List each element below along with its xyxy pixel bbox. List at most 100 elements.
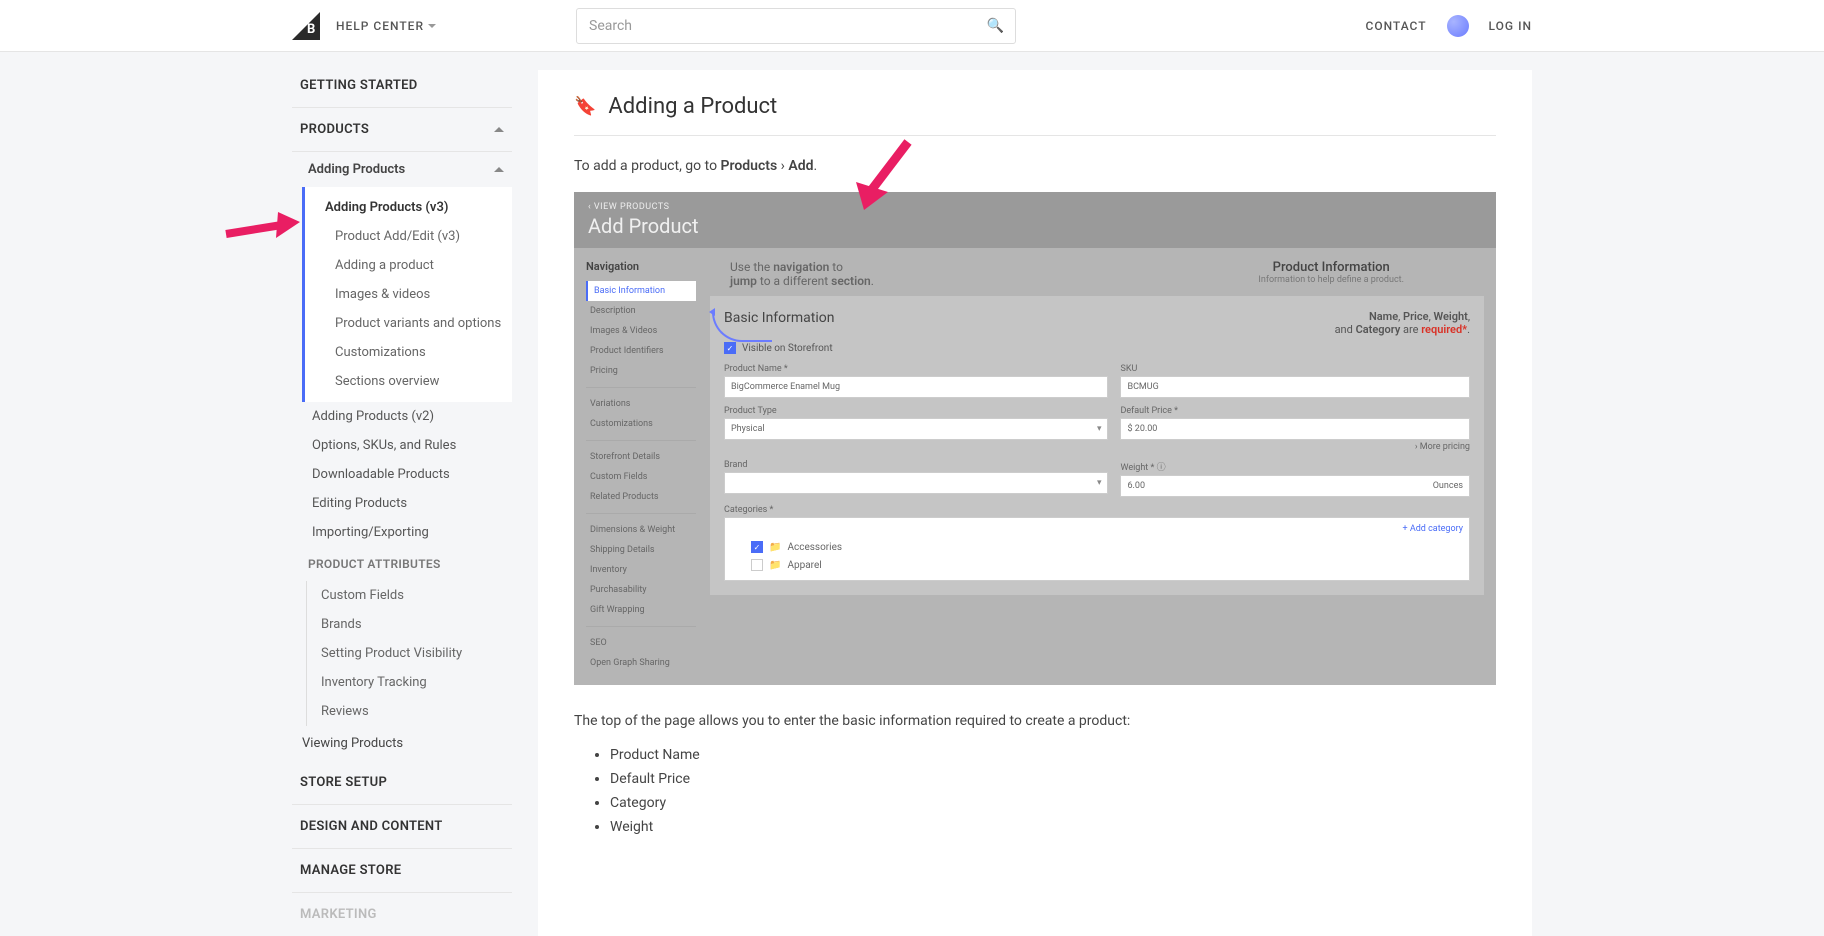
ss-visible-checkbox: ✓ Visible on Storefront: [724, 342, 1470, 354]
field-value: [724, 472, 1108, 494]
hint-bold: navigation: [773, 260, 829, 274]
field-value: $ 20.00: [1120, 418, 1470, 440]
ss-nav-item: Variations: [586, 394, 696, 414]
sidebar-item-product-add-edit[interactable]: Product Add/Edit (v3): [305, 222, 512, 251]
sidebar-active-group: Adding Products (v3) Product Add/Edit (v…: [302, 187, 512, 402]
sidebar-item-adding-a-product[interactable]: Adding a product: [305, 251, 512, 280]
sidebar-item-customizations[interactable]: Customizations: [305, 338, 512, 367]
intro-bold: Add: [788, 158, 813, 174]
ss-back-link: ‹ VIEW PRODUCTS: [588, 202, 1482, 212]
sidebar-attr-group: Custom Fields Brands Setting Product Vis…: [306, 581, 512, 726]
sidebar-item-reviews[interactable]: Reviews: [307, 697, 512, 726]
annotation-arrow-icon: [218, 204, 308, 264]
req-required: required*: [1421, 323, 1467, 336]
ss-required-note: Name, Price, Weight, and Category are re…: [1335, 310, 1470, 336]
cat-label: Apparel: [787, 560, 821, 571]
ss-nav-item: Storefront Details: [586, 447, 696, 467]
hint-text: Use the: [730, 260, 773, 274]
sidebar-item-adding-products-v2[interactable]: Adding Products (v2): [292, 402, 512, 431]
ss-main: Use the navigation to jump to a differen…: [710, 260, 1484, 673]
help-center-label: HELP CENTER: [336, 19, 424, 33]
sidebar-item-images-videos[interactable]: Images & videos: [305, 280, 512, 309]
ss-visible-label: Visible on Storefront: [742, 343, 833, 354]
article-below-text: The top of the page allows you to enter …: [574, 713, 1496, 729]
req-text: are: [1400, 323, 1421, 336]
field-value: 6.00Ounces: [1120, 475, 1470, 497]
search-input[interactable]: [576, 8, 1016, 44]
field-value: BCMUG: [1120, 376, 1470, 398]
req-text: and: [1335, 323, 1356, 336]
sidebar-item-downloadable[interactable]: Downloadable Products: [292, 460, 512, 489]
sidebar-section-store-setup[interactable]: STORE SETUP: [292, 761, 512, 805]
sidebar-item-custom-fields[interactable]: Custom Fields: [307, 581, 512, 610]
ss-nav-item: Purchasability: [586, 580, 696, 600]
sidebar-section-getting-started[interactable]: GETTING STARTED: [292, 64, 512, 108]
sidebar-section-manage-store[interactable]: MANAGE STORE: [292, 849, 512, 893]
logo-icon[interactable]: [292, 12, 320, 40]
ss-cat-item: ✓📁Accessories: [731, 538, 1463, 556]
article-title: Adding a Product: [608, 94, 777, 119]
ss-nav-item: Custom Fields: [586, 467, 696, 487]
bookmark-icon[interactable]: 🔖: [574, 96, 596, 117]
hint-bold: section: [831, 274, 871, 288]
article-intro: To add a product, go to Products › Add.: [574, 158, 1496, 174]
list-item: Product Name: [610, 743, 1496, 767]
sidebar-section-design-content[interactable]: DESIGN AND CONTENT: [292, 805, 512, 849]
ss-nav-item: Description: [586, 301, 696, 321]
ss-pi-sub: Information to help define a product.: [1258, 275, 1404, 285]
contact-link[interactable]: CONTACT: [1365, 19, 1426, 33]
ss-panel: Basic Information Name, Price, Weight, a…: [710, 296, 1484, 595]
list-item: Default Price: [610, 767, 1496, 791]
ss-title: Add Product: [588, 214, 1482, 238]
article: 🔖 Adding a Product To add a product, go …: [538, 70, 1532, 936]
ss-field-product-name: Product Name *BigCommerce Enamel Mug: [724, 364, 1108, 398]
ss-field-product-type: Product TypePhysical: [724, 406, 1108, 452]
sidebar-item-brands[interactable]: Brands: [307, 610, 512, 639]
ss-field-sku: SKUBCMUG: [1120, 364, 1470, 398]
ss-field-brand: Brand: [724, 460, 1108, 497]
sidebar-item-adding-products[interactable]: Adding Products: [292, 152, 512, 187]
sidebar-section-marketing[interactable]: MARKETING: [292, 893, 512, 936]
sidebar-item-inventory[interactable]: Inventory Tracking: [307, 668, 512, 697]
ss-row: Product TypePhysical Default Price *$ 20…: [724, 406, 1470, 452]
field-label: Brand: [724, 460, 1108, 470]
hint-text: .: [871, 274, 874, 288]
search-icon[interactable]: 🔍: [987, 18, 1004, 34]
intro-text: .: [813, 158, 817, 174]
avatar-icon[interactable]: [1447, 15, 1469, 37]
sidebar-item-editing[interactable]: Editing Products: [292, 489, 512, 518]
ss-nav-item: Gift Wrapping: [586, 600, 696, 620]
ss-header: ‹ VIEW PRODUCTS Add Product: [574, 192, 1496, 248]
intro-text: To add a product, go to: [574, 158, 721, 174]
sidebar-item-product-variants[interactable]: Product variants and options: [305, 309, 512, 338]
help-center-link[interactable]: HELP CENTER: [336, 19, 436, 33]
sidebar-item-sections-overview[interactable]: Sections overview: [305, 367, 512, 396]
sidebar: GETTING STARTED PRODUCTS Adding Products…: [292, 52, 512, 936]
folder-icon: 📁: [769, 560, 781, 571]
checkbox-checked-icon: ✓: [724, 342, 736, 354]
hint-text: to: [829, 260, 843, 274]
add-category-link: + Add category: [1403, 524, 1464, 534]
ss-nav-item: Product Identifiers: [586, 341, 696, 361]
article-title-row: 🔖 Adding a Product: [574, 94, 1496, 136]
chevron-up-icon: [494, 167, 504, 172]
sidebar-item-viewing-products[interactable]: Viewing Products: [292, 726, 512, 761]
ss-nav-item: Images & Videos: [586, 321, 696, 341]
ss-nav-item: Pricing: [586, 361, 696, 381]
weight-value: 6.00: [1127, 481, 1145, 491]
login-link[interactable]: LOG IN: [1489, 19, 1532, 33]
sidebar-item-visibility[interactable]: Setting Product Visibility: [307, 639, 512, 668]
field-label: Categories *: [724, 505, 1470, 515]
header: HELP CENTER 🔍 CONTACT LOG IN: [0, 0, 1824, 52]
sidebar-item-importing[interactable]: Importing/Exporting: [292, 518, 512, 547]
sidebar-section-products[interactable]: PRODUCTS: [292, 108, 512, 152]
ss-nav-item: Customizations: [586, 414, 696, 434]
sidebar-item-adding-products-v3[interactable]: Adding Products (v3): [305, 193, 512, 222]
sidebar-item-options-skus[interactable]: Options, SKUs, and Rules: [292, 431, 512, 460]
intro-bold: Products: [721, 158, 778, 174]
ss-cat-item: 📁 Apparel: [731, 556, 1463, 574]
sidebar-subsection-product-attributes: PRODUCT ATTRIBUTES: [292, 547, 512, 581]
ss-nav-item: SEO: [586, 633, 696, 653]
ss-field-weight: Weight * ⓘ6.00Ounces: [1120, 460, 1470, 497]
divider: [586, 440, 696, 441]
